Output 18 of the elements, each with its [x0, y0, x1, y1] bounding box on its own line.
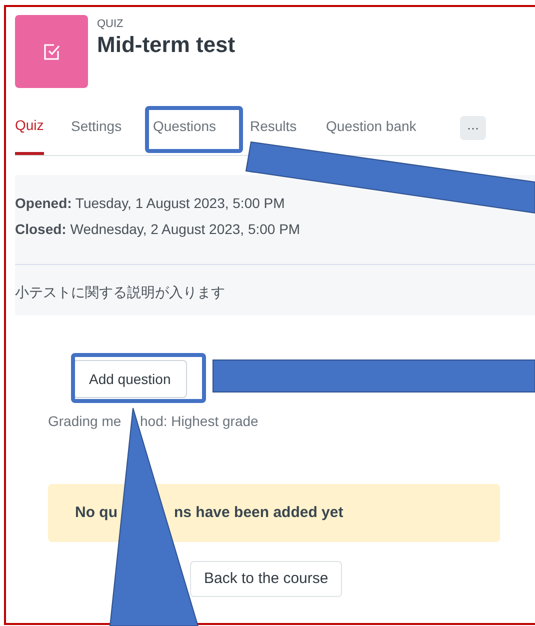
notice-text: ns have been added yet: [174, 502, 344, 523]
grading-method-text: Grading me: [48, 412, 122, 431]
add-question-button[interactable]: Add question: [73, 360, 187, 398]
nav-tab[interactable]: Quiz: [15, 115, 44, 155]
page-title: Mid-term test: [97, 31, 236, 59]
nav-tab[interactable]: Questions: [153, 116, 216, 136]
date-text: Closed: Wednesday, 2 August 2023, 5:00 PM: [15, 220, 300, 239]
checkbox-icon: [42, 42, 60, 60]
activity-type-label: QUIZ: [97, 17, 124, 31]
back-to-course-button[interactable]: Back to the course: [190, 561, 342, 597]
nav-tab[interactable]: Results: [250, 116, 297, 136]
more-button[interactable]: ···: [460, 116, 486, 140]
nav-tab[interactable]: Settings: [71, 116, 122, 136]
notice-text: No qu: [75, 502, 118, 523]
description-text: 小テストに関する説明が入ります: [15, 283, 225, 302]
date-text: Opened: Tuesday, 1 August 2023, 5:00 PM: [15, 194, 285, 213]
nav-tab[interactable]: Question bank: [326, 116, 416, 136]
grading-method-text: hod: Highest grade: [140, 412, 258, 431]
